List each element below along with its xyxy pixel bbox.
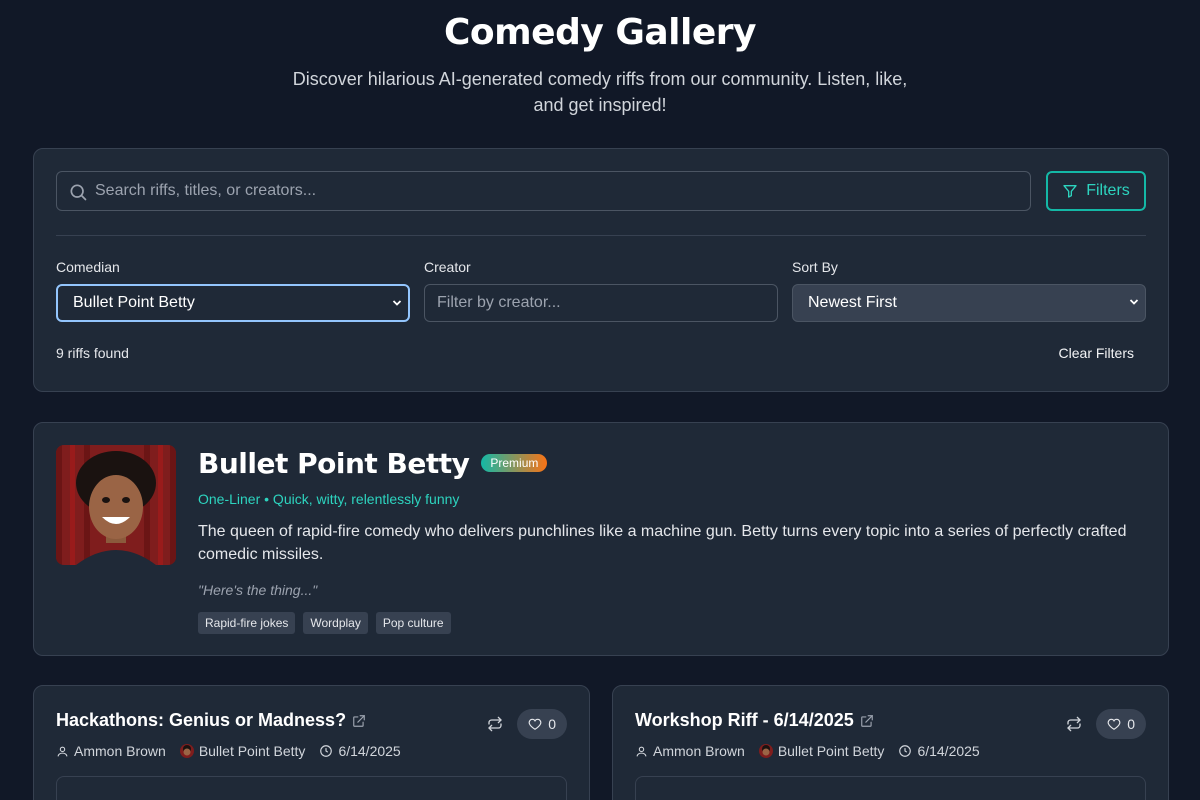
comedian-style: One-Liner • Quick, witty, relentlessly f… (198, 491, 460, 507)
riff-comedian: Bullet Point Betty (777, 743, 885, 759)
filter-panel: Filters Comedian Bullet Point Betty Crea… (33, 148, 1169, 392)
riff-title[interactable]: Workshop Riff - 6/14/2025 (635, 710, 854, 731)
divider (56, 235, 1146, 236)
riff-date: 6/14/2025 (917, 743, 980, 759)
tag: Wordplay (303, 612, 368, 634)
riff-content (635, 776, 1146, 800)
filters-button[interactable]: Filters (1046, 171, 1146, 211)
like-count: 0 (1127, 716, 1135, 732)
search-box[interactable] (56, 171, 1031, 211)
external-link-icon[interactable] (860, 714, 874, 728)
clock-icon (899, 745, 912, 757)
result-count: 9 riffs found (56, 345, 129, 361)
remix-icon[interactable] (1066, 716, 1082, 732)
like-button[interactable]: 0 (517, 709, 567, 739)
comedian-profile-card: Bullet Point Betty Premium One-Liner • Q… (33, 422, 1169, 656)
filters-button-label: Filters (1086, 182, 1130, 199)
user-icon (636, 746, 647, 756)
like-button[interactable]: 0 (1096, 709, 1146, 739)
page-subtitle: Discover hilarious AI-generated comedy r… (292, 69, 908, 115)
page-title: Comedy Gallery (443, 12, 757, 53)
comedian-portrait (56, 445, 176, 565)
comedian-mini-avatar (179, 744, 194, 758)
creator-filter-input[interactable] (424, 284, 778, 322)
comedian-name: Bullet Point Betty (198, 446, 470, 480)
page-header: Comedy Gallery Discover hilarious AI-gen… (0, 0, 1200, 118)
comedian-avatar (56, 445, 176, 565)
riff-creator: Ammon Brown (653, 743, 745, 759)
creator-filter-label: Creator (424, 259, 471, 275)
chevron-down-icon (1129, 299, 1139, 305)
creator-filter: Creator (424, 259, 778, 322)
comedian-info: Bullet Point Betty Premium One-Liner • Q… (198, 445, 1146, 634)
chevron-down-icon (392, 300, 402, 306)
comedian-select-value: Bullet Point Betty (73, 294, 195, 311)
filter-icon (1063, 185, 1077, 198)
sort-select-value: Newest First (808, 294, 897, 311)
comedian-catchphrase: "Here's the thing..." (198, 582, 318, 598)
remix-icon[interactable] (487, 716, 503, 732)
search-icon (70, 184, 87, 201)
premium-badge: Premium (481, 454, 548, 472)
heart-icon (528, 718, 542, 730)
comedian-tags: Rapid-fire jokes Wordplay Pop culture (198, 612, 1146, 634)
sort-select[interactable]: Newest First (792, 284, 1146, 322)
riff-date: 6/14/2025 (338, 743, 401, 759)
tag: Pop culture (375, 612, 451, 634)
riff-creator: Ammon Brown (74, 743, 166, 759)
riff-card[interactable]: Hackathons: Genius or Madness? 0 Ammon B… (33, 685, 590, 800)
riff-content (56, 776, 567, 800)
search-row: Filters (56, 171, 1146, 211)
comedian-bio: The queen of rapid-fire comedy who deliv… (198, 523, 1127, 563)
riff-card[interactable]: Workshop Riff - 6/14/2025 0 Ammon Brown … (612, 685, 1169, 800)
comedian-select[interactable]: Bullet Point Betty (56, 284, 410, 322)
riff-comedian: Bullet Point Betty (198, 743, 306, 759)
comedian-mini-avatar (758, 744, 773, 758)
sort-filter-label: Sort By (792, 259, 838, 275)
sort-filter: Sort By Newest First (792, 259, 1146, 322)
comedian-filter: Comedian Bullet Point Betty (56, 259, 410, 322)
external-link-icon[interactable] (352, 714, 366, 728)
like-count: 0 (548, 716, 556, 732)
clock-icon (320, 745, 333, 757)
riff-title[interactable]: Hackathons: Genius or Madness? (56, 710, 346, 731)
comedian-filter-label: Comedian (56, 259, 120, 275)
search-input[interactable] (95, 172, 1015, 210)
heart-icon (1107, 718, 1121, 730)
tag: Rapid-fire jokes (198, 612, 296, 634)
clear-filters-button[interactable]: Clear Filters (1059, 345, 1134, 361)
user-icon (57, 746, 68, 756)
